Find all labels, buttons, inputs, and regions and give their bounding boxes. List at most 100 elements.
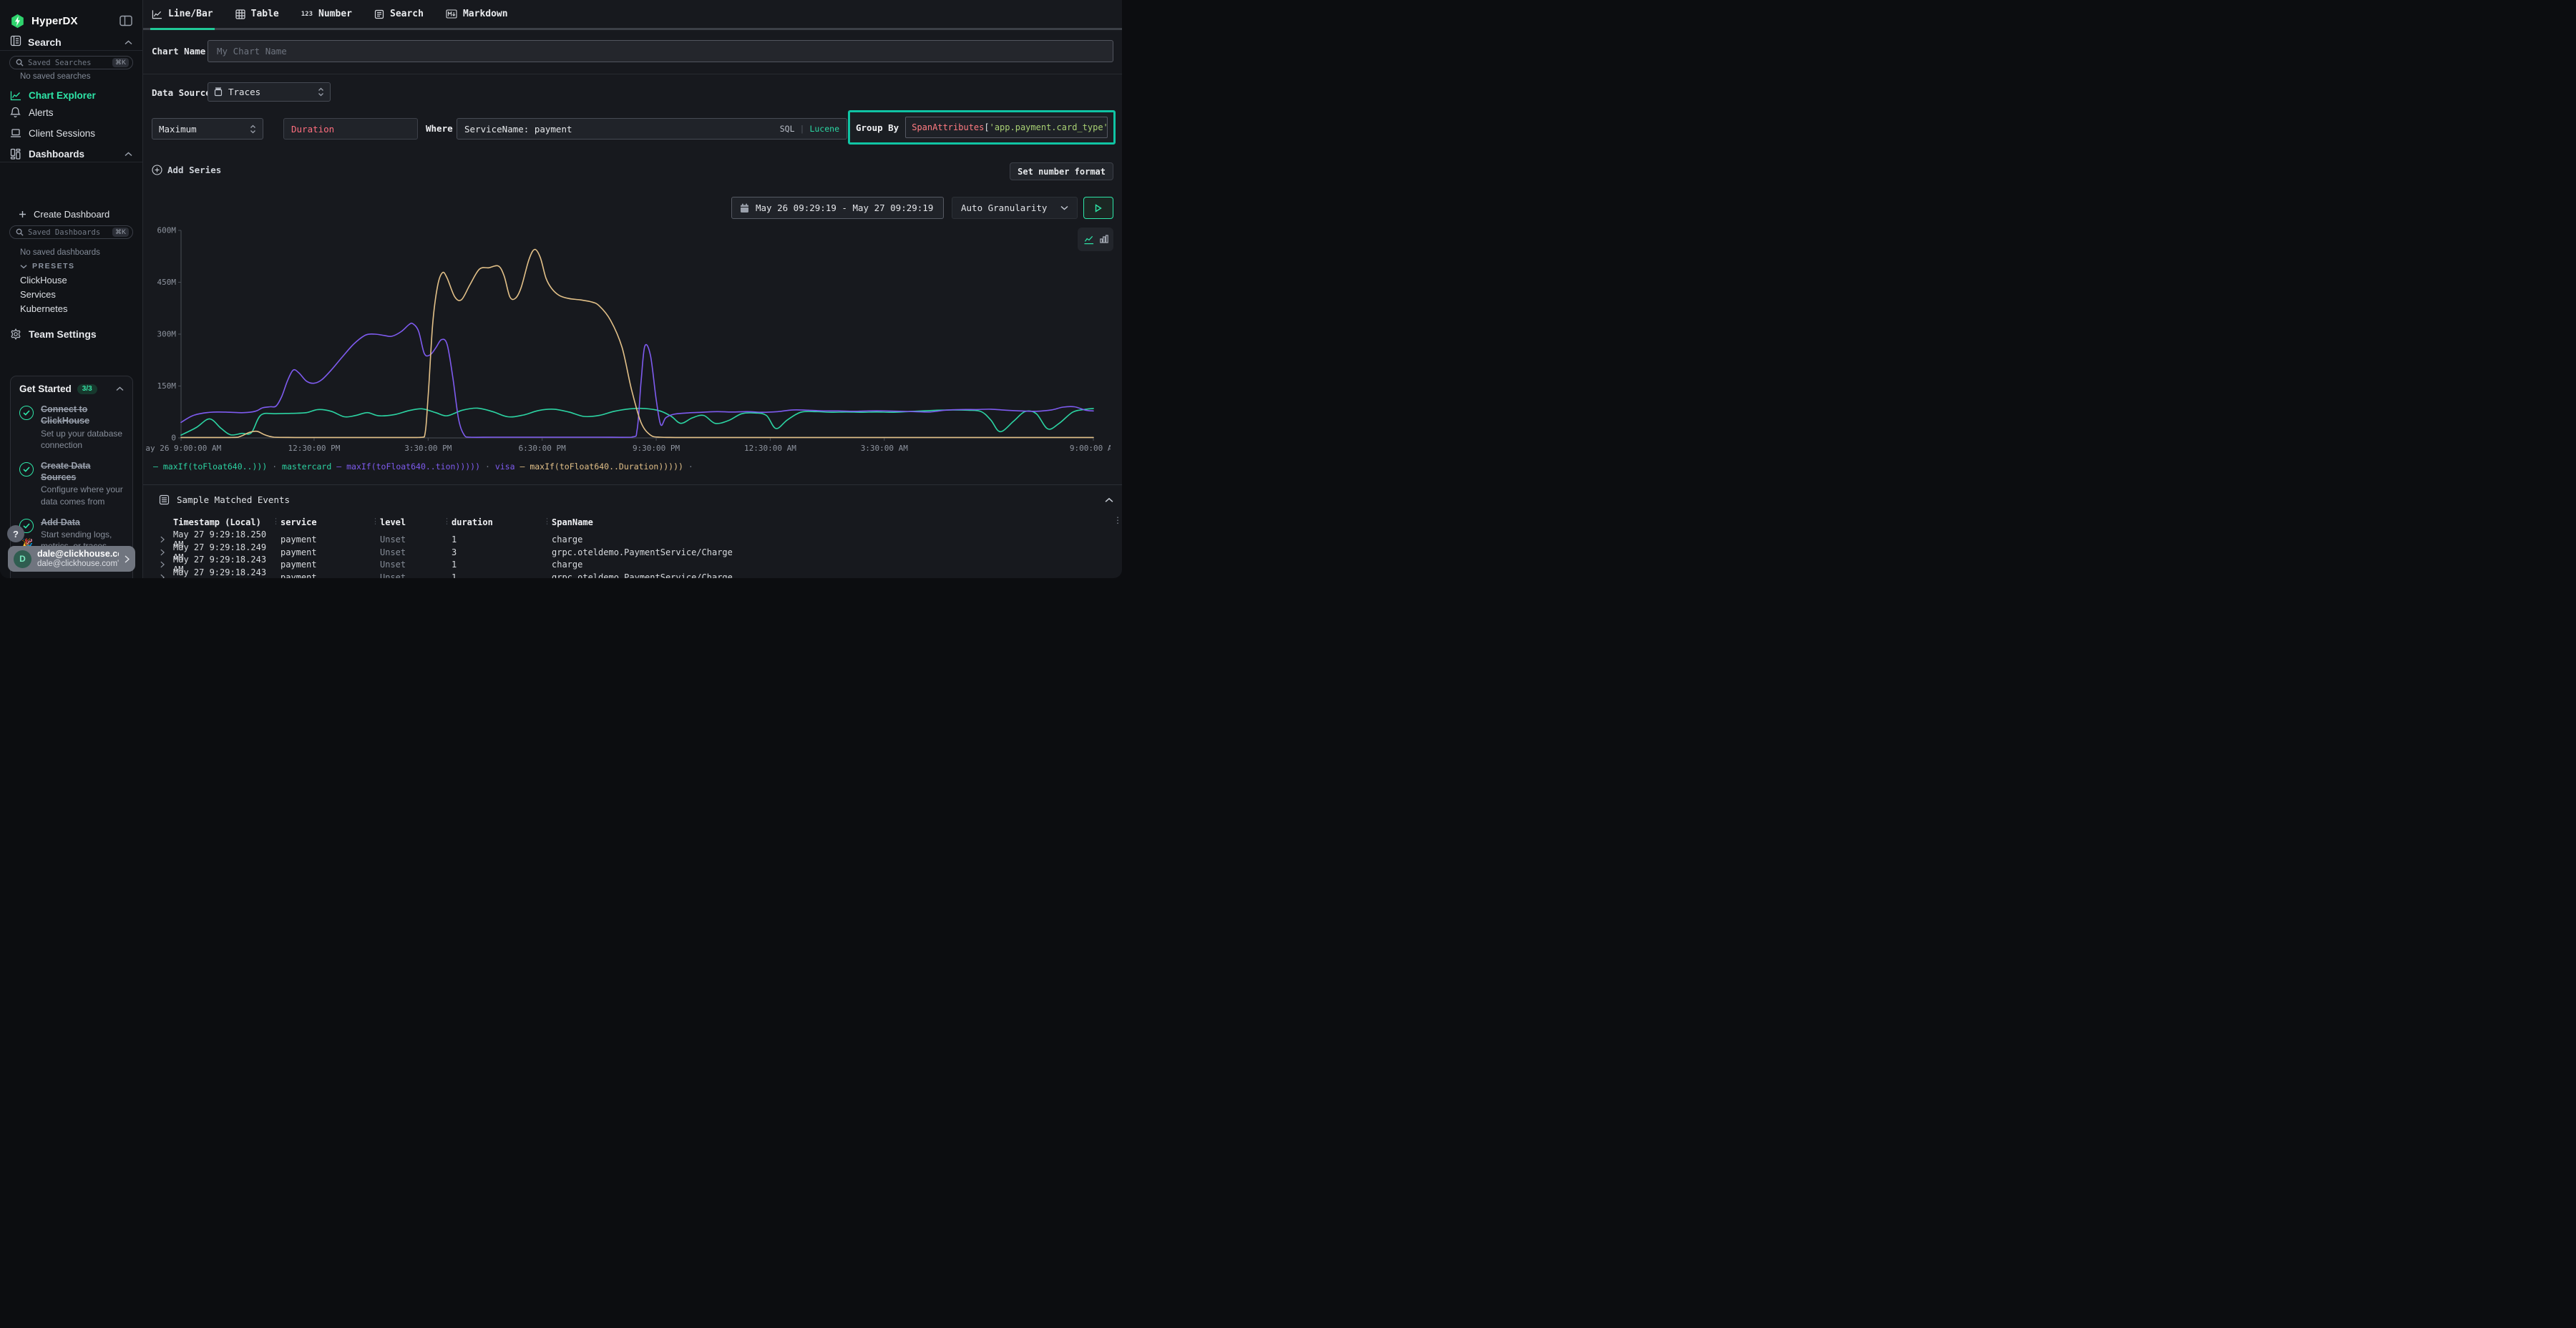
sidebar-item-team-settings[interactable]: Team Settings [0, 326, 142, 343]
field-input[interactable]: Duration [283, 118, 418, 140]
legend-item[interactable]: — maxIf(toFloat640..))) · mastercard [153, 462, 336, 472]
chart-name-input[interactable] [208, 40, 1113, 62]
aggregation-value: Maximum [159, 124, 197, 135]
chevron-up-icon[interactable] [125, 152, 132, 157]
x-tick-label: 12:30:00 PM [288, 444, 341, 453]
query-language-toggle[interactable]: SQL | Lucene [780, 124, 839, 134]
create-dashboard-label: Create Dashboard [34, 209, 109, 220]
data-source-select[interactable]: Traces [208, 82, 331, 102]
preset-kubernetes[interactable]: Kubernetes [20, 303, 68, 314]
group-by-string: 'app.payment.card_type' [990, 122, 1108, 132]
table-cell: charge [552, 560, 1113, 570]
saved-dashboards-field[interactable] [28, 228, 108, 237]
chevron-down-icon [20, 264, 27, 269]
saved-searches-input[interactable]: ⌘K [9, 56, 133, 69]
table-row[interactable]: May 27 9:29:18.250 AMpaymentUnset1charge [159, 529, 1113, 542]
expand-row-chevron-icon[interactable] [159, 549, 173, 556]
chevron-up-icon[interactable] [125, 40, 132, 45]
number-123-icon: 123 [301, 11, 313, 18]
gear-icon [10, 328, 21, 340]
checklist-item[interactable]: Connect to ClickHouse Set up your databa… [19, 404, 124, 451]
collapse-sidebar-icon[interactable] [119, 15, 132, 26]
column-resize-handle[interactable]: ⋮ [543, 517, 550, 526]
aggregation-select[interactable]: Maximum [152, 118, 263, 140]
tab-number[interactable]: 123 Number [300, 0, 353, 30]
column-resize-handle[interactable]: ⋮ [272, 517, 278, 526]
avatar: D [14, 550, 31, 568]
legend-item[interactable]: — maxIf(toFloat640..Duration))))) · [519, 462, 693, 472]
column-header[interactable]: Timestamp (Local) [173, 517, 280, 527]
table-cell: charge [552, 534, 1113, 545]
set-number-format-button[interactable]: Set number format [1010, 162, 1113, 180]
table-cell: payment [280, 534, 380, 545]
legend-series-label: maxIf(toFloat640..tion))))) [346, 462, 480, 472]
create-dashboard-button[interactable]: Create Dashboard [0, 206, 142, 222]
group-by-input[interactable]: SpanAttributes['app.payment.card_type'] [905, 117, 1108, 138]
preset-clickhouse[interactable]: ClickHouse [20, 275, 67, 285]
x-tick-label: 9:00:00 AM [1070, 444, 1111, 453]
table-cell: Unset [380, 534, 452, 545]
sql-option[interactable]: SQL [780, 124, 795, 134]
x-tick-label: 6:30:00 PM [519, 444, 567, 453]
events-table-header: Timestamp (Local)⋮service⋮level⋮duration… [159, 515, 1113, 529]
help-button[interactable]: ? [7, 525, 24, 542]
where-input[interactable]: ServiceName: payment SQL | Lucene [457, 118, 847, 140]
legend-item[interactable]: — maxIf(toFloat640..tion))))) · visa [336, 462, 519, 472]
check-circle-icon [19, 406, 34, 420]
y-tick-label: 150M [157, 381, 177, 391]
column-menu-dots-icon[interactable]: ⋮ [1113, 515, 1122, 525]
get-started-header[interactable]: Get Started 3/3 [19, 384, 124, 394]
collapse-panel-chevron-icon[interactable] [1105, 497, 1113, 503]
expand-row-chevron-icon[interactable] [159, 574, 173, 579]
tab-search[interactable]: Search [373, 0, 425, 30]
table-cell: 1 [452, 572, 552, 579]
x-tick-label: May 26 9:00:00 AM [146, 444, 222, 453]
checklist-item-title: Add Data [41, 517, 124, 528]
sidebar-item-client-sessions[interactable]: Client Sessions [0, 125, 142, 141]
column-resize-handle[interactable]: ⋮ [371, 517, 378, 526]
checklist-item[interactable]: Create Data Sources Configure where your… [19, 460, 124, 507]
select-chevrons-icon [250, 125, 256, 134]
sidebar-item-chart-explorer[interactable]: Chart Explorer [0, 87, 142, 103]
presets-label: PRESETS [32, 262, 75, 270]
x-tick-label: 12:30:00 AM [744, 444, 796, 453]
table-cell: payment [280, 547, 380, 557]
tab-markdown[interactable]: Markdown [444, 0, 509, 30]
column-resize-handle[interactable]: ⋮ [443, 517, 449, 526]
user-org: dale@clickhouse.com's [37, 560, 119, 569]
date-range-picker[interactable]: May 26 09:29:19 - May 27 09:29:19 [731, 197, 944, 219]
chevron-up-icon[interactable] [116, 386, 124, 391]
user-card[interactable]: D dale@clickhouse.com dale@clickhouse.co… [8, 546, 135, 572]
bracket: [ [984, 122, 989, 132]
tab-line-bar[interactable]: Line/Bar [150, 0, 215, 30]
column-header[interactable]: ⋮duration [452, 517, 552, 527]
sidebar-item-alerts[interactable]: Alerts [0, 104, 142, 120]
preset-services[interactable]: Services [20, 289, 56, 300]
tab-bar: Line/Bar Table 123 Number Search [143, 0, 1122, 30]
app-window: HyperDX Search ⌘K No saved searches [0, 0, 1122, 578]
run-query-button[interactable] [1083, 197, 1113, 219]
add-series-button[interactable]: Add Series [152, 165, 221, 175]
column-header[interactable]: ⋮SpanName [552, 517, 1113, 527]
date-range-value: May 26 09:29:19 - May 27 09:29:19 [756, 202, 933, 213]
legend-group-value: visa [495, 462, 515, 472]
y-tick-label: 600M [157, 226, 177, 235]
expand-row-chevron-icon[interactable] [159, 536, 173, 543]
expand-row-chevron-icon[interactable] [159, 561, 173, 568]
table-cell: grpc.oteldemo.PaymentService/Charge [552, 572, 1113, 579]
saved-dashboards-input[interactable]: ⌘K [9, 225, 133, 239]
saved-searches-field[interactable] [28, 59, 108, 67]
column-header[interactable]: ⋮level [380, 517, 452, 527]
add-series-label: Add Series [167, 165, 221, 175]
sidebar-section-dashboards[interactable]: Dashboards [0, 146, 142, 162]
field-value: Duration [291, 124, 334, 135]
presets-header[interactable]: PRESETS [20, 262, 75, 270]
lucene-option[interactable]: Lucene [809, 124, 839, 134]
sidebar-section-search[interactable]: Search [0, 34, 142, 50]
tab-table[interactable]: Table [234, 0, 280, 30]
column-header[interactable]: ⋮service [280, 517, 380, 527]
get-started-title: Get Started [19, 384, 72, 394]
search-icon [16, 228, 24, 236]
play-icon [1095, 204, 1102, 213]
granularity-select[interactable]: Auto Granularity [952, 197, 1078, 219]
